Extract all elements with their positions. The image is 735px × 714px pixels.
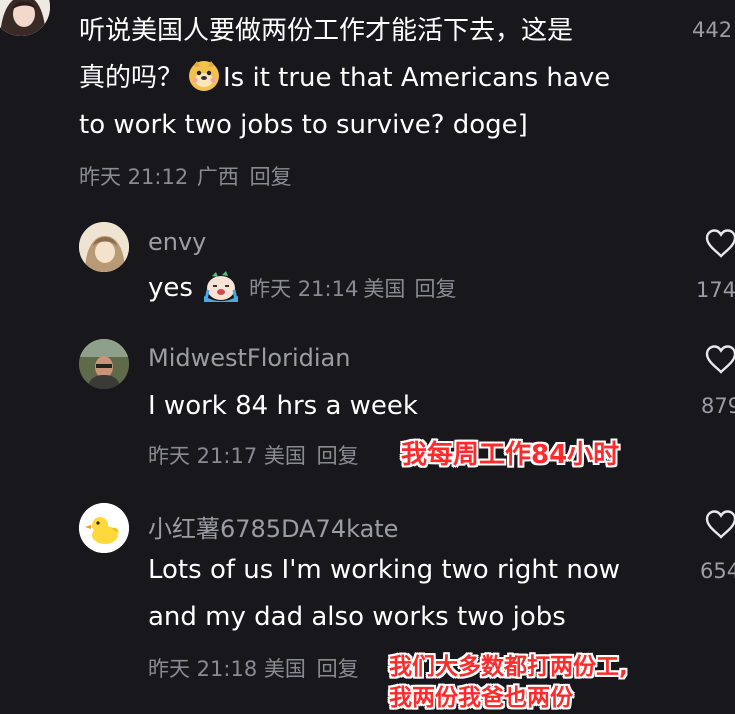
crying-emoji-icon [202,270,240,302]
reply-2-reply-button[interactable]: 回复 [317,444,359,468]
reply-1-time: 昨天 21:14 [249,277,359,301]
reply-2-time: 昨天 21:17 [148,444,258,468]
reply-3-subtitle: 我们大多数都打两份工, 我两份我爸也两份 [389,652,628,714]
reply-2-like-count: 879 [701,394,735,418]
heart-icon[interactable] [704,228,735,258]
top-comment-line-2-suffix: Is it true that Americans have [223,63,611,93]
reply-2-meta: 昨天 21:17 美国 回复 [148,440,359,470]
reply-3-like-count: 654 [700,559,735,583]
top-comment-time: 昨天 21:12 [79,165,189,189]
top-comment-line-1: 听说美国人要做两份工作才能活下去，这是 [79,16,574,46]
reply-3-time: 昨天 21:18 [148,657,258,681]
avatar-portrait-icon [79,222,129,272]
reply-1-like-count: 174 [696,278,735,302]
duck-icon [79,503,129,553]
avatar-kate[interactable] [79,503,129,553]
top-comment-like-count: 442 [692,18,733,42]
reply-1-username[interactable]: envy [148,228,206,256]
reply-3-meta: 昨天 21:18 美国 回复 [148,653,359,683]
reply-2-text: I work 84 hrs a week [148,391,418,421]
reply-1-location: 美国 [363,277,406,301]
reply-1-content-row: yes 昨天 21:14 美国 回复 [148,270,457,303]
reply-3-subtitle-line-2: 我两份我爸也两份 [389,685,573,711]
reply-2-username[interactable]: MidwestFloridian [148,344,350,372]
heart-icon[interactable] [704,509,735,539]
reply-2-location: 美国 [263,444,306,468]
top-comment-line-2: 真的吗？ Is it true that Americans have [79,55,610,102]
heart-icon[interactable] [704,344,735,374]
doge-emoji-icon [187,58,221,92]
avatar-envy[interactable] [79,222,129,272]
reply-3-reply-button[interactable]: 回复 [317,657,359,681]
reply-3-text-line-2: and my dad also works two jobs [148,602,566,632]
reply-3-username[interactable]: 小红薯6785DA74kate [148,509,398,544]
avatar-midwestfloridian[interactable] [79,339,129,389]
reply-3-text-line-1: Lots of us I'm working two right now [148,555,620,585]
avatar-top-commenter[interactable] [0,0,50,36]
avatar-photo-icon [79,339,129,389]
reply-2-subtitle: 我每周工作84小时 [401,440,620,470]
reply-1-reply-button[interactable]: 回复 [415,277,457,301]
top-comment-reply-button[interactable]: 回复 [250,165,292,189]
top-comment-meta: 昨天 21:12 广西 回复 [79,161,292,191]
reply-3-location: 美国 [263,657,306,681]
top-comment-line-3: to work two jobs to survive? doge] [79,110,528,140]
reply-3-subtitle-line-1: 我们大多数都打两份工, [389,654,628,680]
avatar-portrait-icon [0,0,50,36]
top-comment-location: 广西 [196,165,239,189]
top-comment-line-2-prefix: 真的吗？ [79,63,184,93]
reply-1-text: yes [148,273,193,303]
